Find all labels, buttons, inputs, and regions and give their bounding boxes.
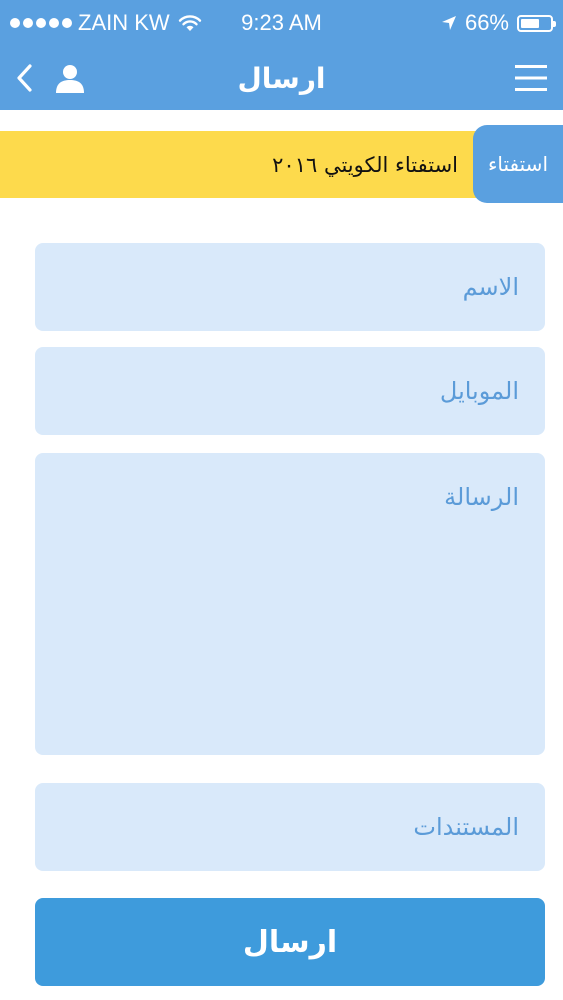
battery-percent: 66% (464, 10, 509, 35)
battery-level (521, 18, 539, 28)
submit-button[interactable]: ارسال (35, 898, 545, 986)
documents-field[interactable]: المستندات (35, 783, 545, 871)
poll-title: استفتاء الكويتي ٢٠١٦ (272, 152, 458, 177)
screen: ZAIN KW 9:23 AM 66% ارسال استفتاء الكويت… (0, 0, 563, 1000)
status-bar: ZAIN KW 9:23 AM 66% (0, 0, 563, 46)
poll-tab[interactable]: استفتاء (473, 125, 563, 203)
status-right: 66% (441, 0, 556, 46)
battery-icon (517, 14, 556, 32)
nav-bar: ارسال (0, 46, 563, 110)
location-arrow-icon (441, 16, 456, 30)
hamburger-menu-icon[interactable] (515, 64, 547, 92)
message-field[interactable]: الرسالة (35, 453, 545, 755)
name-field[interactable]: الاسم (35, 243, 545, 331)
mobile-field[interactable]: الموبايل (35, 347, 545, 435)
page-title: ارسال (237, 61, 326, 95)
poll-banner[interactable]: استفتاء الكويتي ٢٠١٦ استفتاء (0, 125, 563, 203)
